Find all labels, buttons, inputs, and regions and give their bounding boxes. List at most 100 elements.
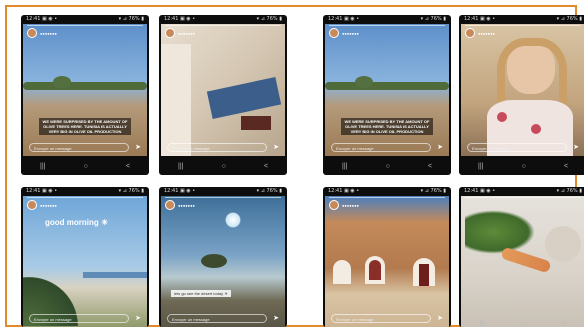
recent-apps-icon[interactable]: ||| bbox=[178, 163, 183, 170]
wall-arch bbox=[161, 44, 191, 156]
story-username: ●●●●●●● bbox=[342, 202, 359, 208]
send-icon[interactable]: ➤ bbox=[437, 314, 443, 322]
story-username: ●●●●●●● bbox=[478, 30, 495, 36]
story-progress bbox=[27, 197, 143, 198]
figure-frame: 12:41 ▣ ◉ • ▾ ⊿ 76% ▮ ●●●●●●● WE WERE SUR… bbox=[5, 5, 584, 327]
story-progress bbox=[465, 197, 581, 198]
status-bar: 12:41 ▣ ◉ • ▾ ⊿ 76% ▮ bbox=[164, 188, 282, 194]
story-screen[interactable]: ●●●●●●● good morning ☀ Envoyer un messag… bbox=[23, 196, 147, 327]
story-sticker-text: lets go see the desert today ☀ bbox=[171, 290, 231, 297]
story-header: ●●●●●●● bbox=[329, 200, 359, 210]
story-screen[interactable]: ●●●●●●● Envoyer un message ➤ bbox=[325, 196, 449, 327]
avatar[interactable] bbox=[27, 200, 37, 210]
tree bbox=[201, 254, 227, 268]
story-screen[interactable]: ●●●●●●● Envoyer un message ➤ bbox=[161, 24, 285, 156]
status-bar: 12:41 ▣ ◉ • ▾ ⊿ 76% ▮ bbox=[26, 16, 144, 22]
story-progress bbox=[165, 25, 281, 26]
story-progress bbox=[329, 197, 445, 198]
send-icon[interactable]: ➤ bbox=[135, 314, 141, 322]
status-bar: 12:41 ▣ ◉ • ▾ ⊿ 76% ▮ bbox=[26, 188, 144, 194]
home-icon[interactable]: ○ bbox=[522, 320, 526, 327]
story-screen[interactable]: ●●●●●●● WE WERE SURPRISED BY THE AMOUNT … bbox=[325, 24, 449, 156]
send-icon[interactable]: ➤ bbox=[273, 314, 279, 322]
red-door bbox=[419, 264, 429, 286]
back-icon[interactable]: < bbox=[264, 163, 268, 170]
back-icon[interactable]: < bbox=[563, 320, 567, 327]
story-username: ●●●●●●● bbox=[342, 30, 359, 36]
reply-input[interactable]: Envoyer un message bbox=[467, 143, 567, 152]
reply-input[interactable]: Envoyer un message bbox=[331, 143, 431, 152]
status-bar: 12:41 ▣ ◉ • ▾ ⊿ 76% ▮ bbox=[164, 16, 282, 22]
box bbox=[241, 116, 271, 130]
avatar[interactable] bbox=[165, 28, 175, 38]
story-username: ●●●●●●● bbox=[178, 202, 195, 208]
android-nav-bar: ||| ○ < bbox=[323, 158, 451, 175]
red-door bbox=[369, 260, 381, 280]
story-caption: WE WERE SURPRISED BY THE AMOUNT OF OLIVE… bbox=[341, 118, 433, 135]
olive-tree bbox=[355, 76, 373, 88]
story-screen[interactable]: ●●●●●●● WE WERE SURPRISED BY THE AMOUNT … bbox=[23, 24, 147, 156]
story-screen[interactable]: ●●●●●●● lets go see the desert today ☀ E… bbox=[161, 196, 285, 327]
story-username: ●●●●●●● bbox=[40, 30, 57, 36]
story-screen[interactable]: ||| ○ < bbox=[461, 196, 584, 327]
back-icon[interactable]: < bbox=[564, 163, 568, 170]
phone-screenshot-7: 12:41 ▣ ◉ • ▾ ⊿ 76% ▮ ●●●●●●● Envoyer un … bbox=[323, 187, 451, 327]
reply-input[interactable]: Envoyer un message bbox=[331, 314, 431, 323]
story-header: ●●●●●●● bbox=[27, 200, 57, 210]
home-icon[interactable]: ○ bbox=[522, 163, 526, 170]
android-nav-bar: ||| ○ < bbox=[21, 158, 149, 175]
reply-input[interactable]: Envoyer un message bbox=[29, 314, 129, 323]
status-bar: 12:41 ▣ ◉ • ▾ ⊿ 76% ▮ bbox=[328, 16, 446, 22]
android-nav-bar: ||| ○ < bbox=[461, 317, 584, 327]
story-screen[interactable]: ●●●●●●● Envoyer un message ➤ bbox=[461, 24, 584, 156]
tree-line bbox=[23, 82, 147, 90]
olive-tree bbox=[53, 76, 71, 88]
story-caption: WE WERE SURPRISED BY THE AMOUNT OF OLIVE… bbox=[39, 118, 131, 135]
reply-input[interactable]: Envoyer un message bbox=[167, 143, 267, 152]
android-nav-bar: ||| ○ < bbox=[459, 158, 584, 175]
home-icon[interactable]: ○ bbox=[84, 163, 88, 170]
send-icon[interactable]: ➤ bbox=[437, 143, 443, 151]
story-header: ●●●●●●● bbox=[165, 200, 195, 210]
reply-input[interactable]: Envoyer un message bbox=[29, 143, 129, 152]
phone-screenshot-4: 12:41 ▣ ◉ • ▾ ⊿ 76% ▮ ●●●●●●● Envoyer un … bbox=[459, 15, 584, 175]
story-header: ●●●●●●● bbox=[27, 28, 57, 38]
home-icon[interactable]: ○ bbox=[386, 163, 390, 170]
flower-print bbox=[531, 124, 541, 134]
story-progress bbox=[27, 25, 143, 26]
recent-apps-icon[interactable]: ||| bbox=[478, 163, 483, 170]
avatar[interactable] bbox=[329, 200, 339, 210]
avatar[interactable] bbox=[165, 200, 175, 210]
story-header: ●●●●●●● bbox=[329, 28, 359, 38]
story-sticker-text: good morning ☀ bbox=[45, 218, 109, 227]
arch-door bbox=[333, 260, 351, 284]
phone-screenshot-1: 12:41 ▣ ◉ • ▾ ⊿ 76% ▮ ●●●●●●● WE WERE SUR… bbox=[21, 15, 149, 175]
bed-blanket bbox=[206, 77, 282, 119]
flower-print bbox=[497, 112, 507, 122]
phone-screenshot-2: 12:41 ▣ ◉ • ▾ ⊿ 76% ▮ ●●●●●●● Envoyer un … bbox=[159, 15, 287, 175]
recent-apps-icon[interactable]: ||| bbox=[342, 163, 347, 170]
home-icon[interactable]: ○ bbox=[222, 163, 226, 170]
status-bar: 12:41 ▣ ◉ • ▾ ⊿ 76% ▮ bbox=[464, 16, 582, 22]
story-progress bbox=[165, 197, 281, 198]
recent-apps-icon[interactable]: ||| bbox=[40, 163, 45, 170]
sun bbox=[225, 212, 241, 228]
send-icon[interactable]: ➤ bbox=[573, 143, 579, 151]
back-icon[interactable]: < bbox=[428, 163, 432, 170]
android-nav-bar: ||| ○ < bbox=[159, 158, 287, 175]
story-header: ●●●●●●● bbox=[165, 28, 195, 38]
phone-screenshot-3: 12:41 ▣ ◉ • ▾ ⊿ 76% ▮ ●●●●●●● WE WERE SUR… bbox=[323, 15, 451, 175]
avatar[interactable] bbox=[27, 28, 37, 38]
avatar[interactable] bbox=[329, 28, 339, 38]
back-icon[interactable]: < bbox=[126, 163, 130, 170]
reply-input[interactable]: Envoyer un message bbox=[167, 314, 267, 323]
story-username: ●●●●●●● bbox=[178, 30, 195, 36]
avatar[interactable] bbox=[465, 28, 475, 38]
phone-screenshot-8: 12:41 ▣ ◉ • ▾ ⊿ 76% ▮ ||| ○ < bbox=[459, 187, 584, 327]
phone-screenshot-6: 12:41 ▣ ◉ • ▾ ⊿ 76% ▮ ●●●●●●● lets go see… bbox=[159, 187, 287, 327]
status-bar: 12:41 ▣ ◉ • ▾ ⊿ 76% ▮ bbox=[328, 188, 446, 194]
send-icon[interactable]: ➤ bbox=[273, 143, 279, 151]
recent-apps-icon[interactable]: ||| bbox=[479, 320, 484, 327]
send-icon[interactable]: ➤ bbox=[135, 143, 141, 151]
story-progress bbox=[329, 25, 445, 26]
